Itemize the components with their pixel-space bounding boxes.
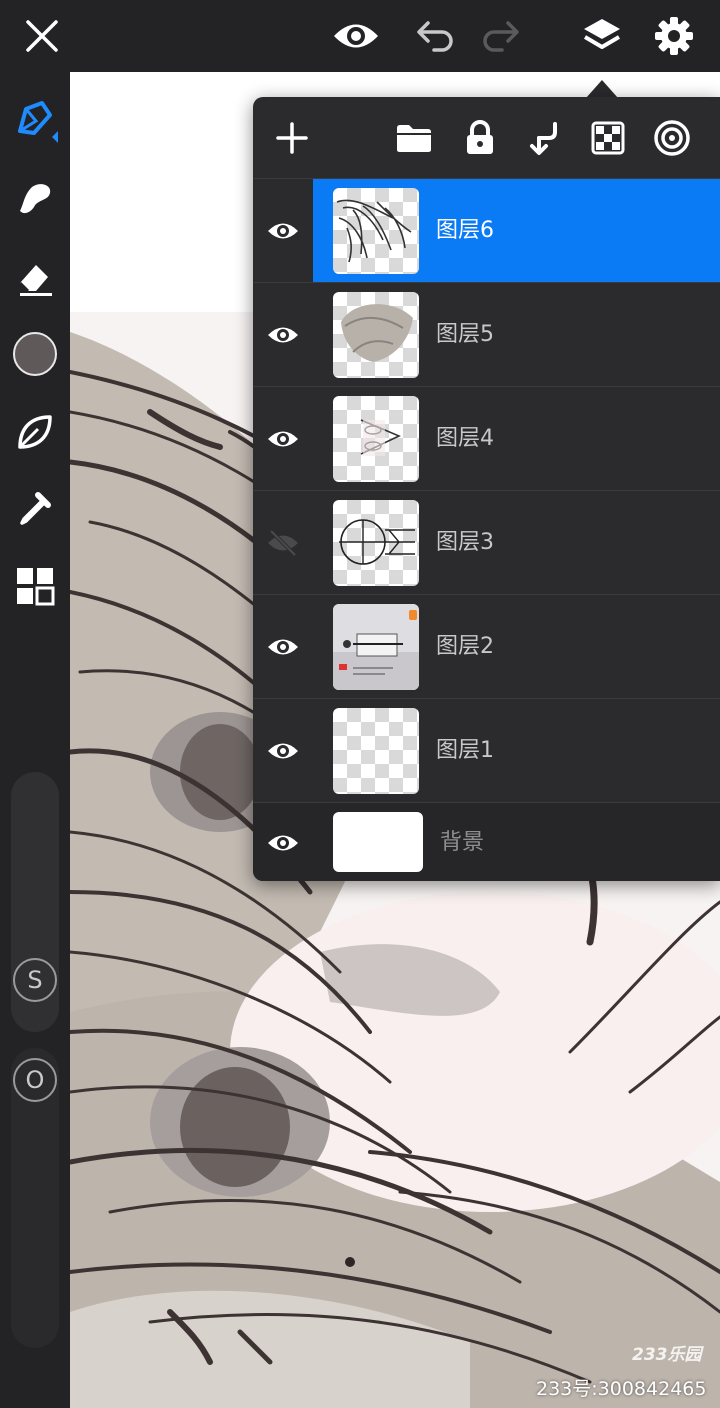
layer-row[interactable]: 图层6 (253, 178, 720, 283)
layer-item[interactable]: 图层3 (313, 491, 720, 595)
watermark-text: 233号:300842465 (536, 1378, 707, 1400)
lock-icon[interactable] (455, 113, 505, 163)
layer-row[interactable]: 图层1 (253, 698, 720, 802)
brush-size-label: S (13, 958, 57, 1002)
eraser-icon[interactable] (9, 252, 61, 304)
eye-icon (268, 835, 298, 850)
brush-icon[interactable] (9, 94, 61, 146)
layer-item[interactable]: 图层4 (313, 387, 720, 491)
layer-name: 背景 (440, 830, 485, 855)
eye-icon (268, 743, 298, 759)
visibility-toggle[interactable] (253, 387, 313, 491)
visibility-toggle[interactable] (253, 803, 313, 881)
layer-thumbnail (333, 396, 419, 482)
layer-item[interactable]: 图层2 (313, 595, 720, 699)
layer-name: 图层4 (436, 426, 494, 451)
background-layer-row[interactable]: 背景 (253, 802, 720, 881)
target-icon[interactable] (647, 113, 697, 163)
gear-icon[interactable] (648, 10, 700, 62)
visibility-toggle[interactable] (253, 179, 313, 283)
eye-icon (268, 223, 298, 239)
eye-icon (268, 639, 298, 655)
layer-row[interactable]: 图层3 (253, 490, 720, 594)
layer-item[interactable]: 背景 (313, 803, 720, 881)
close-icon[interactable] (16, 10, 68, 62)
layer-name: 图层5 (436, 322, 494, 347)
layer-row[interactable]: 图层2 (253, 594, 720, 698)
eyedropper-icon[interactable] (9, 482, 61, 534)
layer-row[interactable]: 图层5 (253, 282, 720, 386)
color-icon[interactable] (9, 328, 61, 380)
eye-icon[interactable] (330, 10, 382, 62)
visibility-toggle[interactable] (253, 491, 313, 595)
layer-item[interactable]: 图层5 (313, 283, 720, 387)
smudge-icon[interactable] (9, 172, 61, 224)
layers-toolbar (253, 97, 720, 179)
layer-item[interactable]: 图层1 (313, 699, 720, 803)
merge-down-icon[interactable] (519, 113, 569, 163)
layer-row[interactable]: 图层4 (253, 386, 720, 490)
grid-icon[interactable] (9, 560, 61, 612)
layers-panel: 图层6 图层5 图层4 图层3 图层2 图层1 背景 (253, 97, 720, 881)
layers-popover-arrow (586, 80, 618, 98)
eye-icon (268, 431, 298, 447)
opacity-label: O (13, 1058, 57, 1102)
eye-hidden-icon (268, 529, 298, 557)
folder-icon[interactable] (389, 113, 439, 163)
undo-icon[interactable] (410, 10, 462, 62)
redo-icon[interactable] (474, 10, 526, 62)
layer-thumbnail (333, 708, 419, 794)
layer-name: 图层1 (436, 738, 494, 763)
visibility-toggle[interactable] (253, 595, 313, 699)
visibility-toggle[interactable] (253, 283, 313, 387)
layer-name: 图层6 (436, 218, 494, 243)
layer-name: 图层3 (436, 530, 494, 555)
leaf-icon[interactable] (9, 406, 61, 458)
layers-icon[interactable] (576, 10, 628, 62)
plus-icon[interactable] (267, 113, 317, 163)
left-toolbar: S O (0, 72, 70, 1408)
layer-item[interactable]: 图层6 (313, 179, 720, 283)
transparency-icon[interactable] (583, 113, 633, 163)
layer-thumbnail (333, 292, 419, 378)
top-bar (0, 0, 720, 72)
layer-name: 图层2 (436, 634, 494, 659)
layer-thumbnail (333, 188, 419, 274)
layer-thumbnail (333, 500, 419, 586)
layer-thumbnail (333, 812, 423, 872)
watermark-logo: 233乐园 (632, 1345, 702, 1365)
layer-thumbnail (333, 604, 419, 690)
visibility-toggle[interactable] (253, 699, 313, 803)
eye-icon (268, 327, 298, 343)
